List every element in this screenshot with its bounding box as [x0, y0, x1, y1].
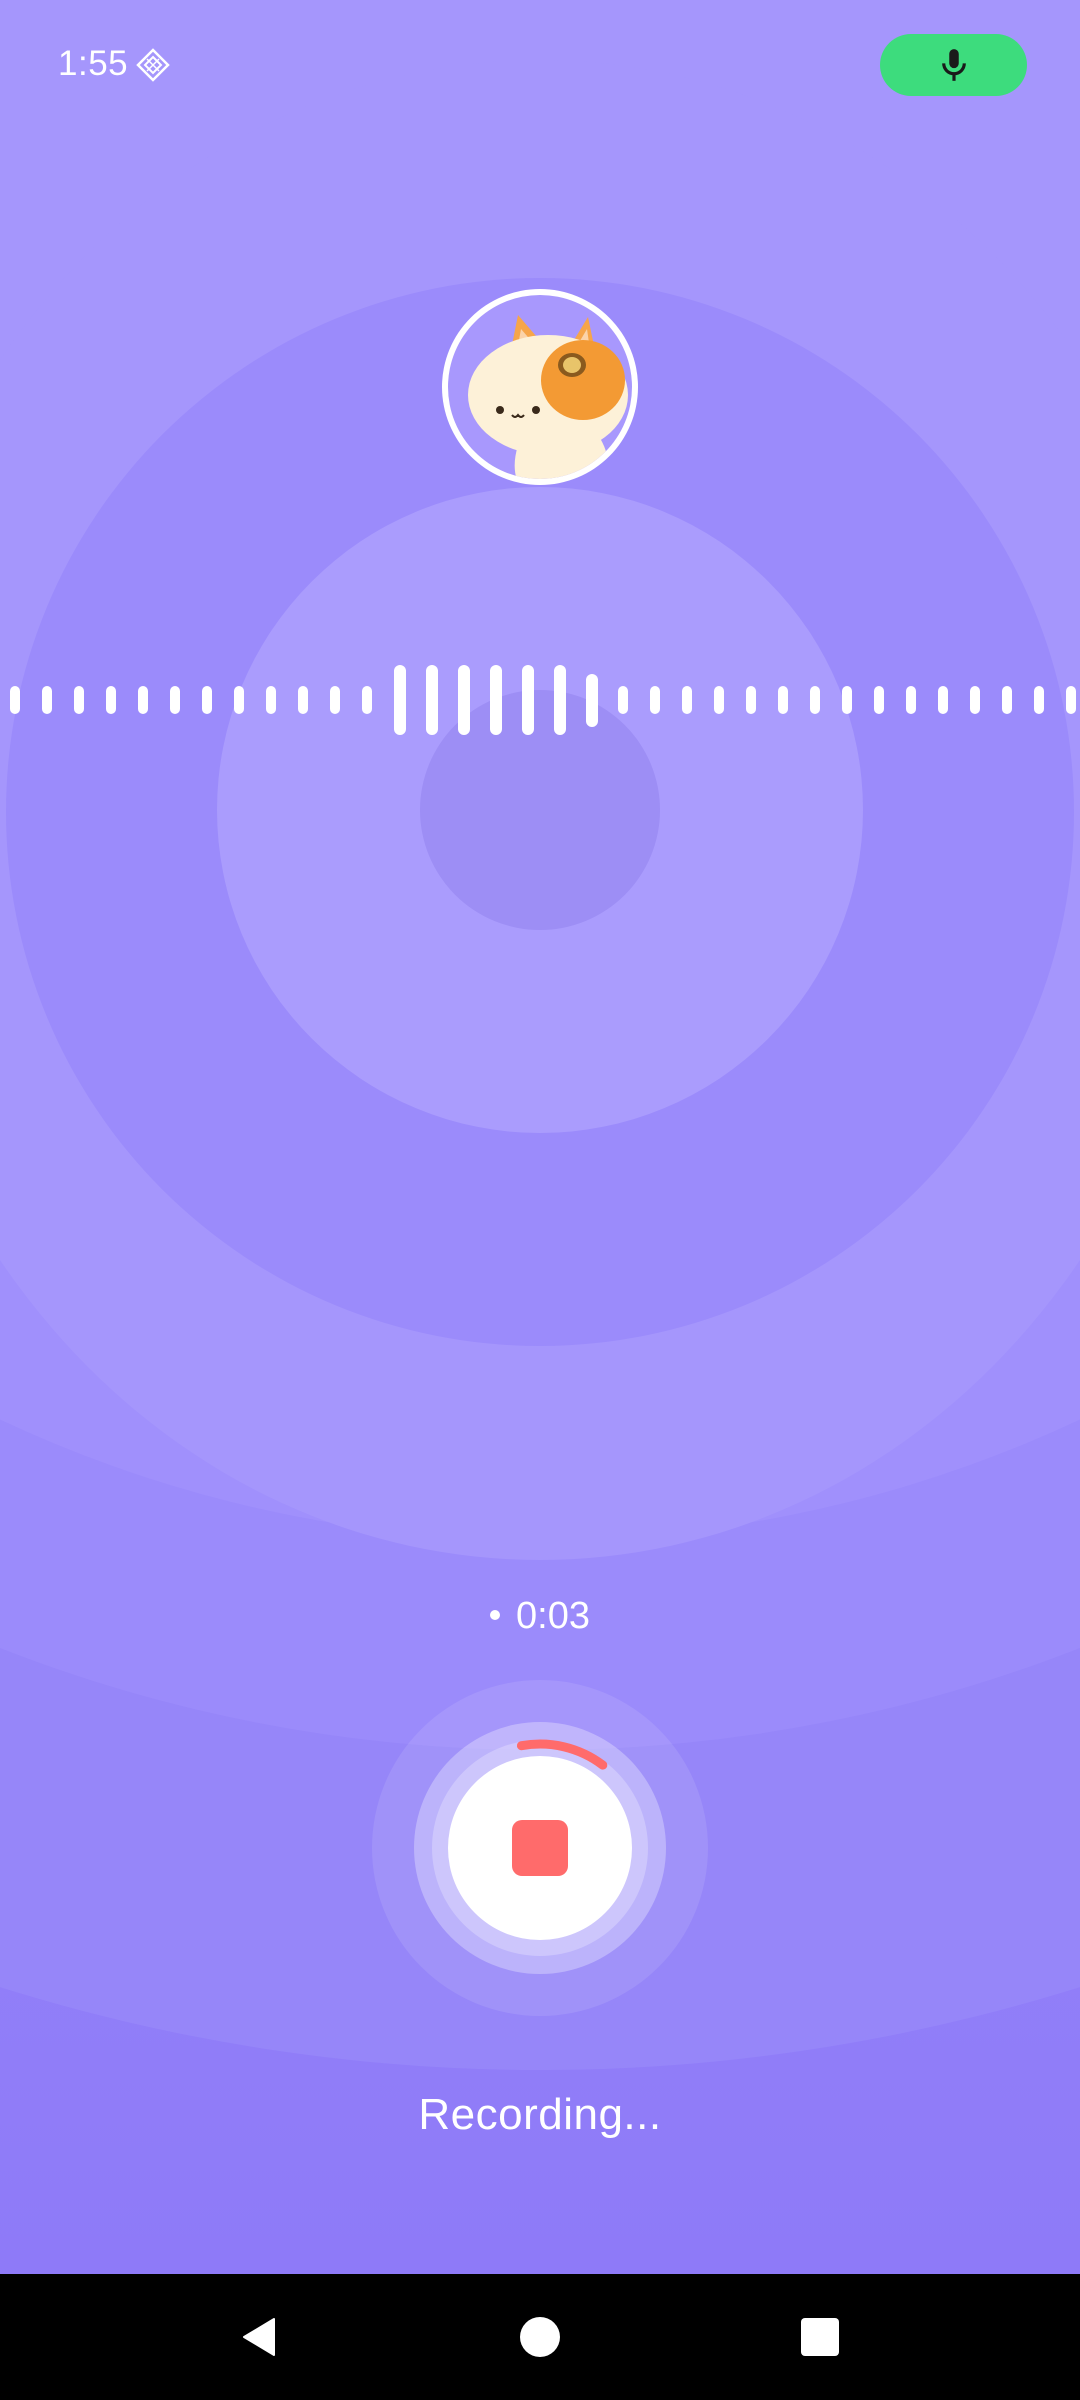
waveform-bar — [426, 665, 438, 735]
audio-waveform — [0, 660, 1080, 740]
waveform-bar — [490, 665, 502, 735]
waveform-bar — [714, 686, 724, 714]
home-circle-icon — [520, 2317, 560, 2357]
waveform-bar — [874, 686, 884, 714]
waveform-bar — [138, 686, 148, 714]
recording-dot-icon — [490, 1609, 501, 1620]
nav-back-button[interactable] — [200, 2274, 320, 2400]
waveform-bar — [842, 686, 852, 714]
elapsed-time: 0:03 — [516, 1595, 590, 1637]
waveform-bar — [394, 665, 406, 735]
waveform-bar — [746, 686, 756, 714]
recording-status-label: Recording... — [418, 2090, 662, 2139]
waveform-bar — [10, 686, 20, 714]
recents-square-icon — [801, 2318, 839, 2356]
status-bar: 1:55 — [0, 0, 1080, 130]
waveform-bar — [554, 665, 566, 735]
nav-recents-button[interactable] — [760, 2274, 880, 2400]
nav-home-button[interactable] — [480, 2274, 600, 2400]
back-triangle-icon — [243, 2318, 275, 2356]
microphone-icon — [942, 49, 966, 81]
waveform-bar — [906, 686, 916, 714]
cat-avatar — [442, 289, 638, 485]
waveform-bar — [938, 686, 948, 714]
waveform-bar — [362, 686, 372, 714]
waveform-bar — [266, 686, 276, 714]
waveform-bar — [106, 686, 116, 714]
waveform-bar — [1034, 686, 1044, 714]
waveform-bar — [74, 686, 84, 714]
waveform-bar — [650, 686, 660, 714]
stop-icon — [512, 1820, 568, 1876]
waveform-bar — [330, 686, 340, 714]
waveform-bar — [970, 686, 980, 714]
waveform-bar — [810, 686, 820, 714]
waveform-bar — [1002, 686, 1012, 714]
recording-screen: 1:55 0:03 Recording... — [0, 0, 1080, 2274]
waveform-bar — [234, 686, 244, 714]
cat-avatar-icon — [468, 315, 628, 479]
waveform-bar — [778, 686, 788, 714]
waveform-bar — [202, 686, 212, 714]
waveform-bar — [298, 686, 308, 714]
stop-recording-button[interactable] — [448, 1756, 632, 1940]
waveform-bar — [170, 686, 180, 714]
waveform-bar — [618, 686, 628, 714]
microphone-in-use-indicator[interactable] — [880, 34, 1027, 96]
waveform-bar — [682, 686, 692, 714]
waveform-bar — [586, 673, 598, 727]
waveform-bar — [42, 686, 52, 714]
waveform-bar — [458, 665, 470, 735]
waveform-bar — [1066, 686, 1076, 714]
sparkle-diamond-icon — [136, 48, 170, 82]
waveform-bar — [522, 665, 534, 735]
system-navigation-bar — [0, 2274, 1080, 2400]
recording-timer: 0:03 — [0, 1595, 1080, 1638]
status-time: 1:55 — [58, 44, 129, 83]
